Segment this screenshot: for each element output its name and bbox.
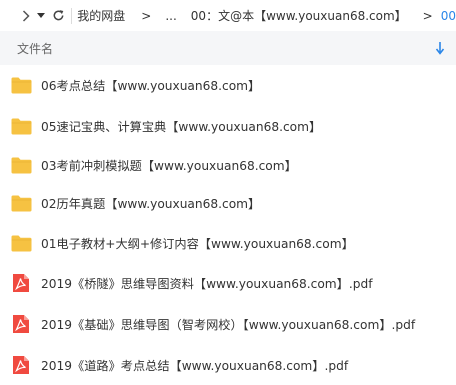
file-name[interactable]: 2019《道路》考点总结【www.youxuan68.com】.pdf	[41, 356, 348, 374]
breadcrumb-separator: >	[422, 8, 433, 23]
breadcrumb-current-folder[interactable]: 00：文@本【www.youxuan68.com】	[191, 7, 407, 24]
file-name[interactable]: 05速记宝典、计算宝典【www.youxuan68.com】	[41, 117, 321, 135]
breadcrumb-separator: >	[141, 8, 152, 23]
breadcrumb-root[interactable]: 我的网盘	[77, 7, 125, 24]
folder-icon	[10, 75, 32, 95]
folder-icon	[10, 116, 32, 136]
file-name[interactable]: 01电子教材+大纲+修订内容【www.youxuan68.com】	[41, 234, 354, 252]
pdf-file-row[interactable]: 2019《基础》思维导图（智考网校）【www.youxuan68.com】.pd…	[0, 304, 456, 344]
pdf-file-row[interactable]: 2019《桥隧》思维导图资料【www.youxuan68.com】.pdf	[0, 263, 456, 303]
file-name[interactable]: 2019《桥隧》思维导图资料【www.youxuan68.com】.pdf	[41, 274, 373, 292]
column-header-filename[interactable]: 文件名	[17, 40, 53, 57]
history-dropdown-button[interactable]	[36, 6, 45, 26]
pdf-file-row[interactable]: 2019《道路》考点总结【www.youxuan68.com】.pdf	[0, 345, 456, 385]
folder-row[interactable]: 02历年真题【www.youxuan68.com】	[0, 183, 456, 223]
folder-row[interactable]: 05速记宝典、计算宝典【www.youxuan68.com】	[0, 106, 456, 146]
toolbar-divider	[70, 7, 72, 24]
pdf-icon	[10, 355, 32, 375]
folder-icon	[10, 155, 32, 175]
folder-icon	[10, 233, 32, 253]
pdf-icon	[10, 314, 32, 334]
file-name[interactable]: 02历年真题【www.youxuan68.com】	[41, 194, 260, 212]
folder-row[interactable]: 06考点总结【www.youxuan68.com】	[0, 65, 456, 105]
refresh-button[interactable]	[52, 6, 65, 26]
breadcrumb-next-folder[interactable]: 00	[441, 9, 456, 23]
pdf-icon	[10, 273, 32, 293]
arrow-down-icon[interactable]	[435, 41, 445, 55]
refresh-icon	[53, 10, 64, 21]
file-name[interactable]: 03考前冲刺模拟题【www.youxuan68.com】	[41, 156, 297, 174]
file-name[interactable]: 2019《基础》思维导图（智考网校）【www.youxuan68.com】.pd…	[41, 315, 415, 333]
folder-icon	[10, 193, 32, 213]
forward-button[interactable]	[20, 6, 32, 26]
folder-row[interactable]: 03考前冲刺模拟题【www.youxuan68.com】	[0, 145, 456, 185]
chevron-right-icon	[23, 9, 30, 22]
navigation-toolbar: 我的网盘 > ... 00：文@本【www.youxuan68.com】 > 0…	[0, 0, 456, 31]
file-name[interactable]: 06考点总结【www.youxuan68.com】	[41, 76, 260, 94]
breadcrumb-ellipsis[interactable]: ...	[165, 9, 176, 23]
caret-down-icon	[36, 12, 45, 18]
folder-row[interactable]: 01电子教材+大纲+修订内容【www.youxuan68.com】	[0, 223, 456, 263]
file-list-header: 文件名	[0, 31, 456, 65]
